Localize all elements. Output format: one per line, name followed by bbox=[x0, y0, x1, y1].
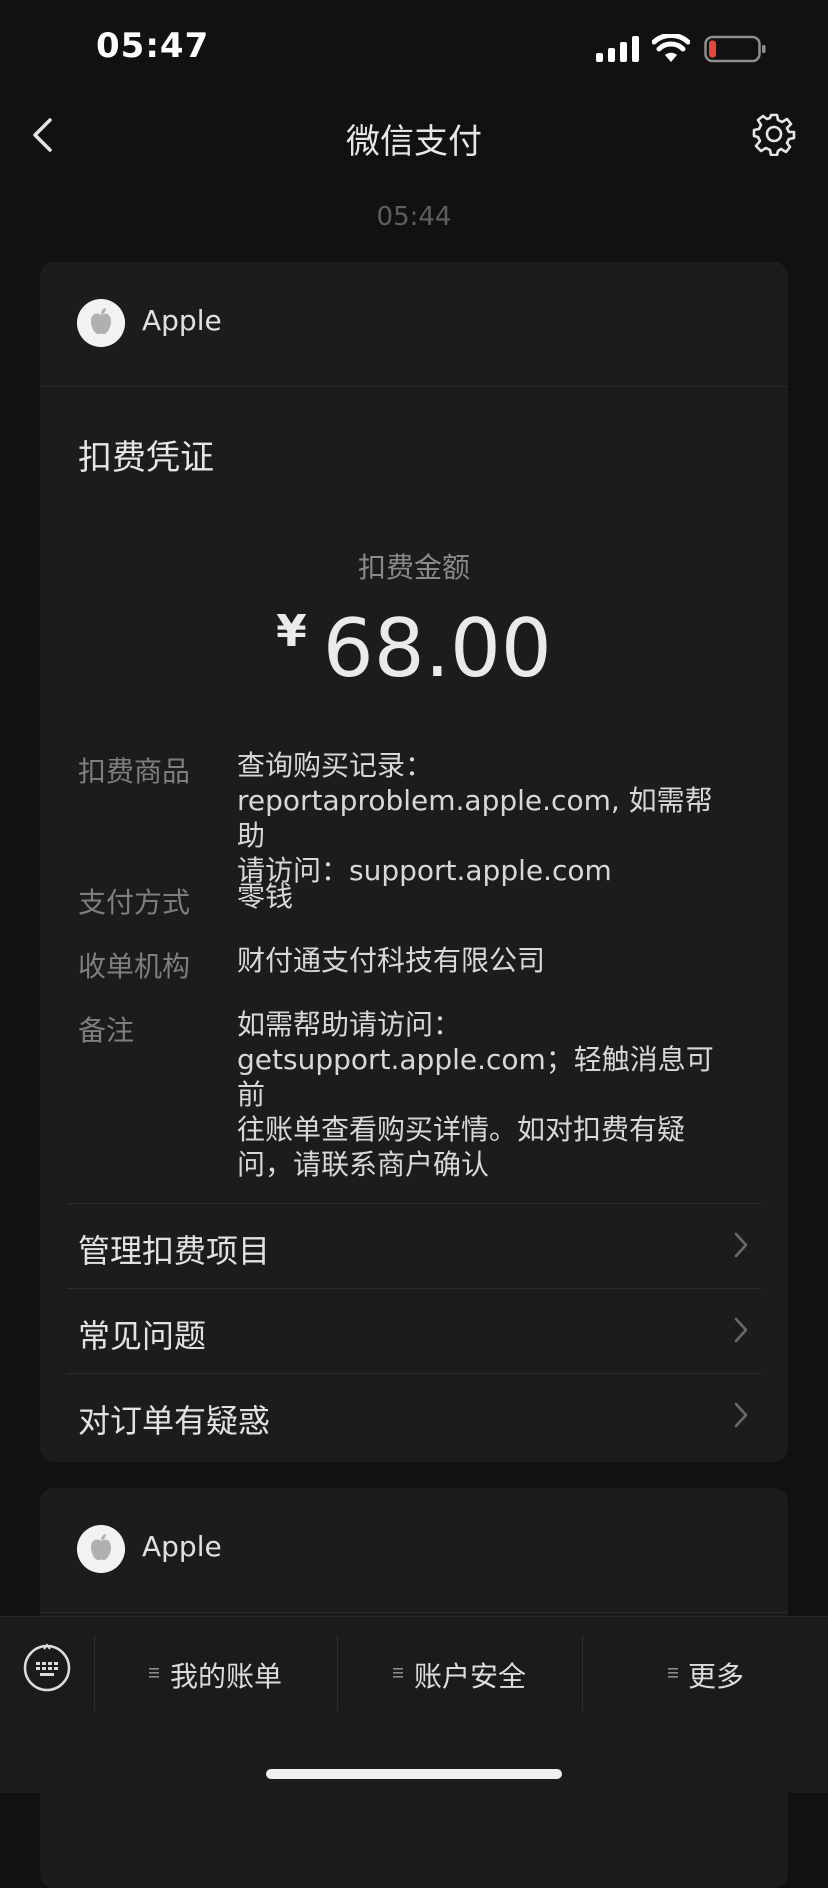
detail-line: 如需帮助请访问： bbox=[237, 1008, 462, 1041]
menu-lines-icon bbox=[393, 1668, 403, 1678]
tab-account-security[interactable]: 账户安全 bbox=[338, 1637, 582, 1711]
amount-label: 扣费金额 bbox=[357, 551, 470, 584]
detail-label-remark: 备注 bbox=[78, 1014, 135, 1047]
apple-logo-icon bbox=[77, 1525, 125, 1573]
detail-line: 零钱 bbox=[237, 880, 294, 913]
detail-label-acquirer: 收单机构 bbox=[78, 950, 191, 983]
menu-item-label: 常见问题 bbox=[78, 1317, 207, 1355]
detail-label-product: 扣费商品 bbox=[78, 755, 191, 788]
chevron-right-icon bbox=[734, 1232, 748, 1258]
status-bar: 05:47 bbox=[0, 0, 828, 100]
detail-line: 问，请联系商户确认 bbox=[237, 1148, 490, 1181]
menu-item-manage-deductions[interactable]: 管理扣费项目 bbox=[67, 1203, 761, 1288]
chevron-right-icon bbox=[734, 1317, 748, 1343]
detail-line: reportaproblem.apple.com, 如需帮助 bbox=[237, 784, 713, 852]
detail-value-payment-method: 零钱 bbox=[237, 879, 737, 914]
merchant-header[interactable]: Apple bbox=[40, 1488, 788, 1613]
menu-item-faq[interactable]: 常见问题 bbox=[67, 1288, 761, 1373]
currency-symbol: ¥ bbox=[276, 606, 307, 657]
merchant-header[interactable]: Apple bbox=[40, 262, 788, 387]
detail-line: 查询购买记录： bbox=[237, 749, 434, 782]
signal-icon bbox=[596, 36, 639, 62]
detail-line: 财付通支付科技有限公司 bbox=[237, 944, 546, 977]
page-title: 微信支付 bbox=[346, 122, 482, 162]
detail-line: getsupport.apple.com；轻触消息可前 bbox=[237, 1043, 714, 1111]
menu-item-order-question[interactable]: 对订单有疑惑 bbox=[67, 1373, 761, 1458]
voucher-title: 扣费凭证 bbox=[78, 438, 214, 478]
gear-icon[interactable] bbox=[752, 112, 796, 156]
message-timestamp: 05:44 bbox=[376, 202, 452, 232]
tab-label: 我的账单 bbox=[170, 1660, 283, 1693]
detail-value-acquirer: 财付通支付科技有限公司 bbox=[237, 943, 737, 978]
tab-label: 账户安全 bbox=[414, 1660, 527, 1693]
menu-lines-icon bbox=[668, 1668, 678, 1678]
chevron-right-icon bbox=[734, 1402, 748, 1428]
menu-item-label: 对订单有疑惑 bbox=[78, 1402, 271, 1440]
detail-value-remark: 如需帮助请访问： getsupport.apple.com；轻触消息可前 往账单… bbox=[237, 1007, 737, 1182]
apple-logo-icon bbox=[77, 299, 125, 347]
nav-bar: chevron-left-icon 微信支付 bbox=[0, 100, 828, 170]
status-time: 05:47 bbox=[96, 26, 210, 66]
detail-value-product: 查询购买记录： reportaproblem.apple.com, 如需帮助 请… bbox=[237, 748, 737, 888]
receipt-card: Apple 扣费凭证 扣费金额 ¥68.00 扣费商品 查询购买记录： repo… bbox=[40, 262, 788, 1462]
amount-value: 68.00 bbox=[322, 602, 552, 695]
battery-icon bbox=[704, 35, 766, 63]
tab-more[interactable]: 更多 bbox=[583, 1637, 828, 1711]
detail-line: 往账单查看购买详情。如对扣费有疑 bbox=[237, 1113, 686, 1146]
wifi-icon bbox=[652, 34, 690, 62]
merchant-name: Apple bbox=[142, 304, 222, 337]
menu-lines-icon bbox=[149, 1668, 159, 1678]
bottom-bar: 我的账单 账户安全 更多 bbox=[0, 1616, 828, 1793]
tab-my-bills[interactable]: 我的账单 bbox=[95, 1637, 337, 1711]
merchant-name: Apple bbox=[142, 1530, 222, 1563]
keyboard-icon[interactable] bbox=[22, 1643, 72, 1693]
detail-label-payment-method: 支付方式 bbox=[78, 886, 191, 919]
menu-item-label: 管理扣费项目 bbox=[78, 1232, 271, 1270]
home-indicator[interactable] bbox=[266, 1769, 562, 1779]
tab-label: 更多 bbox=[688, 1660, 745, 1693]
amount: ¥68.00 bbox=[40, 602, 788, 695]
